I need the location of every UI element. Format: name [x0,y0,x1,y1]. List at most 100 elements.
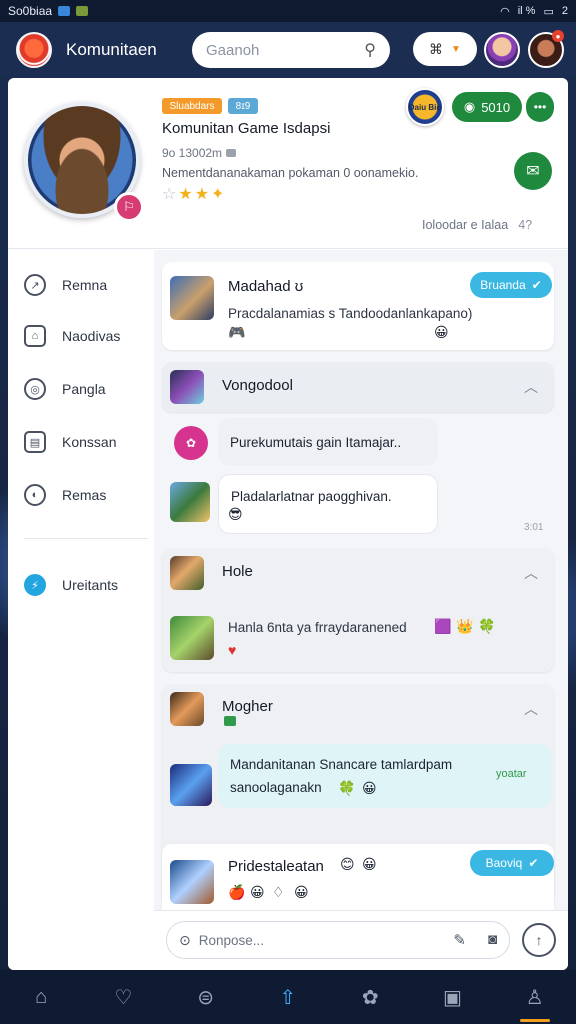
emoji-icon: 😀 [434,324,449,340]
header-divider [8,248,568,249]
compose-input[interactable]: ⊙ Ronpose... ✎ ◙ [166,921,510,959]
target-icon: ◎ [24,378,46,400]
post-title: Pridestaleatan [228,858,324,875]
star-icon: ★ [178,186,195,203]
camera-icon [226,149,237,157]
game-badge[interactable]: Daiu Bio [406,88,444,126]
search-icon[interactable]: ⚲ [364,40,376,60]
profile-name: Komunitan Game Isdapsi [162,120,331,137]
sidebar-item-konssan[interactable]: ▤ Konssan [24,427,144,457]
home-icon: ⌂ [35,985,48,1008]
game-thumbnail[interactable] [170,860,214,904]
message-text: Mandanitanan Snancare tamlardpam [230,757,453,772]
game-thumbnail [170,556,204,590]
more-button[interactable]: ••• [526,92,554,122]
chat-fab-button[interactable]: ✉ [514,152,552,190]
post-card[interactable]: Madahad ʊ Pracdalanamias s Tandoodanlank… [162,262,554,350]
group-card[interactable]: Hole ︿ Hanla 6nta ya frraydaranened 🟪 👑 … [162,548,554,672]
status-tag-label: Baoviq [485,856,523,870]
app-title: Komunitaen [66,40,157,59]
profile-description: Nementdananakaman pokaman 0 oonamekio. [162,166,419,180]
profile-footer[interactable]: Ioloodar e Ialaa 4? [422,218,532,232]
feed: Madahad ʊ Pracdalanamias s Tandoodanlank… [154,250,568,970]
nav-share[interactable]: ⇧ [247,970,329,1024]
emoji-picker-icon[interactable]: ⊙ [179,932,191,949]
bookmark-icon: ▣ [443,986,462,1009]
nav-profile[interactable]: ♙ [494,970,576,1024]
send-icon: ↑ [535,932,543,948]
gallery-icon: ▤ [24,431,46,453]
message-text: sanoolaganakn [230,780,322,795]
follow-count: 5010 [481,99,511,115]
sidebar-item-pangla[interactable]: ◎ Pangla [24,374,144,404]
link-icon: ↗ [24,274,46,296]
group-title: Vongodool [222,377,293,394]
chevron-up-icon[interactable]: ︿ [524,377,538,397]
avatar[interactable]: ✿ [174,426,208,460]
chevron-up-icon[interactable]: ︿ [524,699,538,719]
user-avatar[interactable] [484,32,520,68]
level-tag: 8ɪ9 [228,98,258,114]
sidebar-item-naodivas[interactable]: ⌂ Naodivas [24,321,144,351]
profile-header: ⚐ Sluabdars 8ɪ9 Komunitan Game Isdapsi 9… [8,78,568,250]
chevron-down-icon: ▼ [451,43,461,55]
check-icon: ✔ [528,856,539,870]
app-logo[interactable] [16,32,52,68]
nav-community[interactable]: ✿ [329,970,411,1024]
wifi-icon: ◠ [500,5,510,18]
nav-home[interactable]: ⌂ [0,970,82,1024]
nav-saved[interactable]: ▣ [411,970,493,1024]
sidebar-item-remna[interactable]: ↗ Remna [24,270,144,300]
sidebar-item-remas[interactable]: ◐ Remas [24,480,144,510]
nav-games[interactable]: ⊜ [165,970,247,1024]
attach-icon[interactable]: ✎ [453,931,466,949]
sidebar-item-label: Konssan [62,434,117,450]
avatar[interactable] [170,764,212,806]
status-tag[interactable]: Bruanda ✔ [470,272,552,298]
store-icon: ⌂ [24,325,46,347]
send-button[interactable]: ↑ [522,923,556,957]
emoji-icon: 😎 [228,506,243,522]
status-tag-label: Bruanda [480,278,526,292]
camera-icon[interactable]: ◙ [488,931,497,949]
emoji-icon: 🍀 [338,780,356,796]
sidebar-item-label: Pangla [62,381,106,397]
controller-icon: ⊜ [197,986,215,1009]
emoji-icon: 👑 [456,618,474,634]
post-card[interactable]: Pridestaleatan 😊 😀 🍎 😀 ♢ 😀 Baoviq ✔ [162,844,554,920]
follow-button[interactable]: ◉ 5010 [452,92,522,122]
bottom-nav: ⌂ ♡ ⊜ ⇧ ✿ ▣ ♙ [0,970,576,1024]
post-text: Pracdalanamias s Tandoodanlankapano) [228,306,473,321]
signal-text: il % [517,5,536,17]
status-tag[interactable]: Baoviq ✔ [470,850,554,876]
chat-icon: ◐ [24,484,46,506]
sidebar-item-label: Ureitants [62,577,119,593]
profile-meta-text: 9o 13002m [162,146,223,160]
emoji-icon: 🍎 [228,884,246,900]
group-title: Hole [222,563,253,580]
emoji-icon: 😀 [362,856,377,872]
group-title: Mogher [222,698,273,715]
main-panel: ⚐ Sluabdars 8ɪ9 Komunitan Game Isdapsi 9… [8,78,568,970]
chevron-up-icon[interactable]: ︿ [524,563,538,583]
post-text: Hanla 6nta ya frraydaranened [228,620,407,635]
status-text: So0biaa [8,4,53,18]
app-notification-icon [76,6,89,16]
status-chip [224,716,236,726]
game-thumbnail[interactable] [170,276,214,320]
gamepad-menu-button[interactable]: ⌘ ▼ [413,32,477,66]
active-indicator [519,1019,550,1022]
group-header[interactable]: Vongodool ︿ [162,362,554,412]
avatar[interactable] [170,482,210,522]
heart-icon: ♡ [114,986,133,1009]
status-bar: So0biaa ◠ il % ▭ 2 [0,0,576,22]
battery-text: 2 [561,5,568,17]
search-input[interactable]: Gaanoh ⚲ [192,32,390,68]
sidebar-item-label: Remna [62,277,108,293]
post-title: Madahad ʊ [228,278,304,295]
nav-favorites[interactable]: ♡ [82,970,164,1024]
sidebar-item-ureitants[interactable]: ⚡ Ureitants [24,570,144,600]
emoji-icon: ♢ [272,884,285,900]
game-thumbnail[interactable] [170,616,214,660]
share-icon: ⇧ [279,986,297,1009]
